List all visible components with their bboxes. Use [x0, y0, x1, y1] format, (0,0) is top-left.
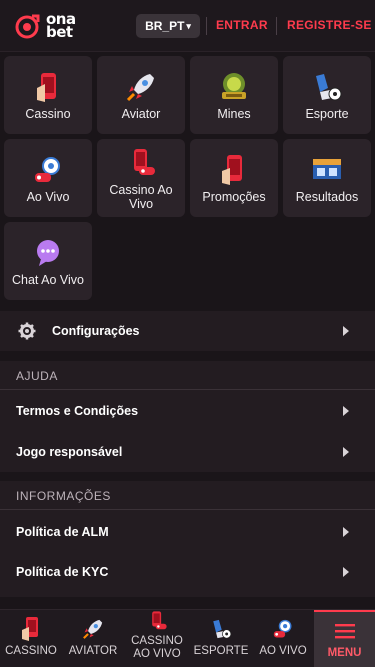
top-header: ona bet BR_PT ▾ ENTRAR REGISTRE-SE [0, 0, 375, 52]
menu-item-alm-policy[interactable]: Política de ALM [0, 512, 375, 552]
soccer-kick-icon [309, 69, 345, 105]
phone-cards-icon [18, 616, 44, 642]
nav-label: MENU [327, 647, 362, 659]
phone-cards-icon [30, 69, 66, 105]
hamburger-menu-icon [332, 618, 358, 644]
nav-cassino[interactable]: CASSINO [0, 610, 62, 667]
chevron-right-icon [343, 406, 349, 416]
chevron-right-icon [343, 326, 349, 336]
tile-esporte[interactable]: Esporte [283, 56, 371, 134]
register-link[interactable]: REGISTRE-SE [287, 18, 372, 32]
bottom-navigation: CASSINO AVIATOR CASSINO AO VIVO ESPORTE … [0, 609, 375, 667]
nav-ao-vivo[interactable]: AO VIVO [252, 610, 314, 667]
logo-wordmark: ona bet [46, 10, 76, 41]
info-section-title: INFORMAÇÕES [16, 489, 111, 503]
menu-item-kyc-policy[interactable]: Política de KYC [0, 552, 375, 592]
menu-item-responsible-gaming[interactable]: Jogo responsável [0, 432, 375, 472]
tile-label: Mines [217, 107, 251, 121]
login-link[interactable]: ENTRAR [216, 18, 268, 32]
tile-promocoes[interactable]: Promoções [190, 139, 278, 217]
tile-cassino[interactable]: Cassino [4, 56, 92, 134]
nav-label: CASSINO [5, 645, 57, 657]
live-casino-icon [144, 609, 170, 633]
logo-target-icon [15, 14, 40, 39]
chevron-right-icon [343, 527, 349, 537]
tile-ao-vivo[interactable]: Ao Vivo [4, 139, 92, 217]
mines-badge-icon [216, 69, 252, 105]
nav-aviator[interactable]: AVIATOR [62, 610, 124, 667]
menu-item-label: Jogo responsável [16, 445, 123, 459]
rocket-icon [80, 616, 106, 642]
onabet-logo[interactable]: ona bet [14, 9, 94, 43]
chevron-right-icon [343, 447, 349, 457]
language-code: BR_PT [145, 19, 185, 33]
settings-label: Configurações [52, 324, 140, 338]
section-divider [0, 509, 375, 510]
tile-label: Cassino [25, 107, 71, 121]
header-divider [276, 17, 277, 35]
nav-cassino-ao-vivo[interactable]: CASSINO AO VIVO [124, 610, 190, 667]
live-casino-icon [123, 145, 159, 181]
nav-label: ESPORTE [193, 645, 249, 657]
menu-item-terms[interactable]: Termos e Condições [0, 391, 375, 431]
chevron-right-icon [343, 567, 349, 577]
tile-aviator[interactable]: Aviator [97, 56, 185, 134]
nav-label: AO VIVO [259, 645, 307, 657]
scoreboard-icon [309, 152, 345, 188]
menu-item-label: Termos e Condições [16, 404, 139, 418]
nav-label: AVIATOR [68, 645, 118, 657]
tile-label: Esporte [305, 107, 349, 121]
live-soccer-icon [30, 152, 66, 188]
tile-label: Chat Ao Vivo [11, 273, 85, 287]
rocket-icon [123, 69, 159, 105]
tile-label: Ao Vivo [26, 190, 70, 204]
header-divider [206, 17, 207, 35]
tile-chat-ao-vivo[interactable]: Chat Ao Vivo [4, 222, 92, 300]
tile-mines[interactable]: Mines [190, 56, 278, 134]
tile-label: Resultados [295, 190, 359, 204]
live-soccer-icon [270, 616, 296, 642]
chevron-down-icon: ▾ [186, 20, 191, 31]
promo-phone-icon [216, 152, 252, 188]
tile-cassino-ao-vivo[interactable]: Cassino Ao Vivo [97, 139, 185, 217]
help-section-title: AJUDA [16, 369, 58, 383]
info-section: INFORMAÇÕES Política de ALM Política de … [0, 481, 375, 597]
soccer-kick-icon [208, 616, 234, 642]
chat-bubble-icon [30, 235, 66, 271]
section-divider [0, 389, 375, 390]
gear-icon [18, 322, 36, 340]
tile-label: Aviator [121, 107, 161, 121]
help-section: AJUDA Termos e Condições Jogo responsáve… [0, 361, 375, 472]
menu-item-label: Política de KYC [16, 565, 109, 579]
tile-label: Cassino Ao Vivo [109, 183, 173, 211]
tile-label: Promoções [202, 190, 266, 204]
nav-menu[interactable]: MENU [314, 610, 375, 667]
language-selector[interactable]: BR_PT ▾ [136, 14, 200, 38]
settings-row[interactable]: Configurações [0, 311, 375, 351]
menu-item-label: Política de ALM [16, 525, 109, 539]
nav-label: CASSINO AO VIVO [131, 635, 183, 660]
tile-resultados[interactable]: Resultados [283, 139, 371, 217]
nav-esporte[interactable]: ESPORTE [190, 610, 252, 667]
